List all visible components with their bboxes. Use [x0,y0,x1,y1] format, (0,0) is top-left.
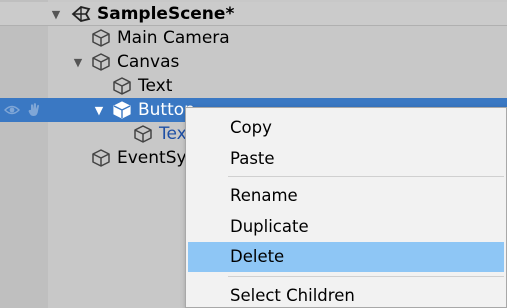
gameobject-cube-icon [113,101,131,119]
hierarchy-item-main-camera[interactable]: Main Camera [0,26,507,50]
unity-scene-icon [71,6,91,22]
menu-item-rename[interactable]: Rename [188,181,504,211]
visibility-eye-icon[interactable] [4,102,20,118]
menu-item-delete[interactable]: Delete [188,242,504,272]
foldout-expanded-icon[interactable]: ▼ [72,56,84,69]
menu-item-duplicate[interactable]: Duplicate [188,212,504,242]
hierarchy-item-canvas[interactable]: ▼ Canvas [0,50,507,74]
item-label: Main Camera [117,28,230,48]
item-label: Canvas [117,52,180,72]
gameobject-cube-icon [134,125,152,143]
menu-item-select-children[interactable]: Select Children [188,281,504,308]
hierarchy-item-text[interactable]: Text [0,74,507,98]
menu-item-paste[interactable]: Paste [188,144,504,174]
foldout-expanded-icon[interactable]: ▼ [50,8,62,21]
pickable-hand-icon[interactable] [26,101,44,119]
foldout-expanded-icon[interactable]: ▼ [93,104,105,117]
scene-name: SampleScene* [97,3,235,24]
context-menu: Copy Paste Rename Duplicate Delete Selec… [185,107,507,308]
gameobject-cube-icon [92,149,110,167]
scene-row[interactable]: ▼ SampleScene* [0,2,507,26]
menu-separator [228,176,504,177]
item-label: Text [138,76,173,96]
menu-separator [228,276,504,277]
gameobject-cube-icon [92,29,110,47]
menu-item-copy[interactable]: Copy [188,113,504,143]
gameobject-cube-icon [113,77,131,95]
gameobject-cube-icon [92,53,110,71]
